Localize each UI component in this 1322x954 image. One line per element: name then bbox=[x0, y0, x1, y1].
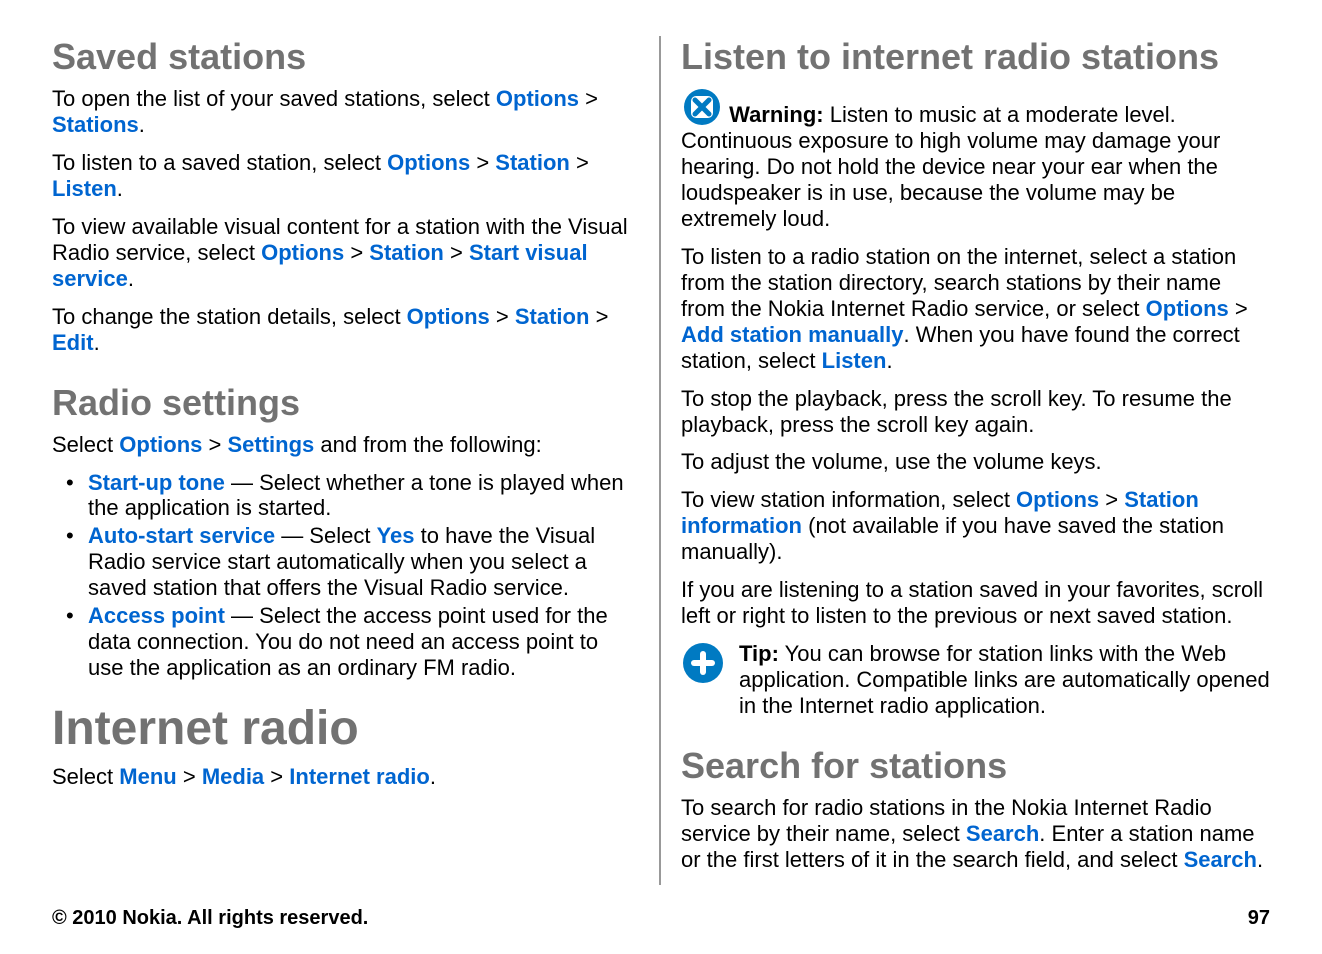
text: . bbox=[430, 764, 436, 789]
breadcrumb-separator: > bbox=[450, 240, 469, 265]
text: and from the following: bbox=[320, 432, 541, 457]
link-options[interactable]: Options bbox=[387, 150, 470, 175]
page: Saved stations To open the list of your … bbox=[0, 0, 1322, 954]
list-item: Access point — Select the access point u… bbox=[72, 603, 639, 681]
listen-p2: To stop the playback, press the scroll k… bbox=[681, 386, 1270, 438]
text: . bbox=[117, 176, 123, 201]
text: . bbox=[94, 330, 100, 355]
link-options[interactable]: Options bbox=[496, 86, 579, 111]
saved-stations-p2: To listen to a saved station, select Opt… bbox=[52, 150, 639, 202]
text: Select bbox=[52, 764, 119, 789]
text: . bbox=[886, 348, 892, 373]
text: To view station information, select bbox=[681, 487, 1016, 512]
link-listen[interactable]: Listen bbox=[52, 176, 117, 201]
breadcrumb-separator: > bbox=[183, 764, 202, 789]
link-station[interactable]: Station bbox=[495, 150, 570, 175]
text: . bbox=[1257, 847, 1263, 872]
warning-label: Warning: bbox=[729, 102, 824, 127]
tip-block: Tip: You can browse for station links wi… bbox=[681, 641, 1270, 719]
breadcrumb-separator: > bbox=[1235, 296, 1248, 321]
link-yes[interactable]: Yes bbox=[377, 523, 415, 548]
breadcrumb-separator: > bbox=[585, 86, 598, 111]
list-item: Start-up tone — Select whether a tone is… bbox=[72, 470, 639, 522]
listen-p4: To view station information, select Opti… bbox=[681, 487, 1270, 565]
text: To listen to a saved station, select bbox=[52, 150, 387, 175]
search-p: To search for radio stations in the Noki… bbox=[681, 795, 1270, 873]
link-station[interactable]: Station bbox=[369, 240, 444, 265]
breadcrumb-separator: > bbox=[476, 150, 495, 175]
list-item: Auto-start service — Select Yes to have … bbox=[72, 523, 639, 601]
text: . bbox=[139, 112, 145, 137]
breadcrumb-separator: > bbox=[596, 304, 609, 329]
link-settings[interactable]: Settings bbox=[227, 432, 314, 457]
radio-settings-intro: Select Options > Settings and from the f… bbox=[52, 432, 639, 458]
saved-stations-p4: To change the station details, select Op… bbox=[52, 304, 639, 356]
breadcrumb-separator: > bbox=[1105, 487, 1124, 512]
link-stations[interactable]: Stations bbox=[52, 112, 139, 137]
page-footer: © 2010 Nokia. All rights reserved. 97 bbox=[52, 907, 1270, 930]
two-column-layout: Saved stations To open the list of your … bbox=[52, 36, 1270, 885]
breadcrumb-separator: > bbox=[576, 150, 589, 175]
link-edit[interactable]: Edit bbox=[52, 330, 94, 355]
breadcrumb-separator: > bbox=[496, 304, 515, 329]
heading-radio-settings: Radio settings bbox=[52, 382, 639, 424]
listen-p1: To listen to a radio station on the inte… bbox=[681, 244, 1270, 374]
text: Select bbox=[52, 432, 119, 457]
text: To open the list of your saved stations,… bbox=[52, 86, 496, 111]
link-options[interactable]: Options bbox=[261, 240, 344, 265]
tip-label: Tip: bbox=[739, 641, 779, 666]
heading-saved-stations: Saved stations bbox=[52, 36, 639, 78]
link-media[interactable]: Media bbox=[202, 764, 264, 789]
breadcrumb-separator: > bbox=[209, 432, 228, 457]
tip-icon bbox=[681, 641, 725, 685]
link-startup-tone[interactable]: Start-up tone bbox=[88, 470, 225, 495]
link-access-point[interactable]: Access point bbox=[88, 603, 225, 628]
heading-internet-radio: Internet radio bbox=[52, 701, 639, 756]
left-column: Saved stations To open the list of your … bbox=[52, 36, 661, 885]
text: You can browse for station links with th… bbox=[739, 641, 1270, 718]
heading-search-for-stations: Search for stations bbox=[681, 745, 1270, 787]
listen-p3: To adjust the volume, use the volume key… bbox=[681, 449, 1270, 475]
link-options[interactable]: Options bbox=[1016, 487, 1099, 512]
saved-stations-p1: To open the list of your saved stations,… bbox=[52, 86, 639, 138]
link-search[interactable]: Search bbox=[966, 821, 1039, 846]
link-options[interactable]: Options bbox=[119, 432, 202, 457]
link-internet-radio[interactable]: Internet radio bbox=[289, 764, 430, 789]
copyright-text: © 2010 Nokia. All rights reserved. bbox=[52, 907, 368, 930]
breadcrumb-separator: > bbox=[350, 240, 369, 265]
link-auto-start-service[interactable]: Auto-start service bbox=[88, 523, 275, 548]
text: — Select bbox=[275, 523, 376, 548]
page-number: 97 bbox=[1248, 907, 1270, 930]
link-listen[interactable]: Listen bbox=[822, 348, 887, 373]
saved-stations-p3: To view available visual content for a s… bbox=[52, 214, 639, 292]
link-options[interactable]: Options bbox=[1146, 296, 1229, 321]
text: To change the station details, select bbox=[52, 304, 407, 329]
warning-block: Warning: Listen to music at a moderate l… bbox=[681, 86, 1270, 232]
link-search[interactable]: Search bbox=[1184, 847, 1257, 872]
warning-icon bbox=[681, 86, 723, 128]
right-column: Listen to internet radio stations Warnin… bbox=[661, 36, 1270, 885]
breadcrumb-separator: > bbox=[270, 764, 289, 789]
link-station[interactable]: Station bbox=[515, 304, 590, 329]
link-add-station-manually[interactable]: Add station manually bbox=[681, 322, 903, 347]
tip-text: Tip: You can browse for station links wi… bbox=[739, 641, 1270, 719]
heading-listen-internet-radio: Listen to internet radio stations bbox=[681, 36, 1270, 78]
link-options[interactable]: Options bbox=[407, 304, 490, 329]
link-menu[interactable]: Menu bbox=[119, 764, 176, 789]
listen-p5: If you are listening to a station saved … bbox=[681, 577, 1270, 629]
internet-radio-intro: Select Menu > Media > Internet radio. bbox=[52, 764, 639, 790]
radio-settings-list: Start-up tone — Select whether a tone is… bbox=[52, 470, 639, 682]
text: . bbox=[128, 266, 134, 291]
